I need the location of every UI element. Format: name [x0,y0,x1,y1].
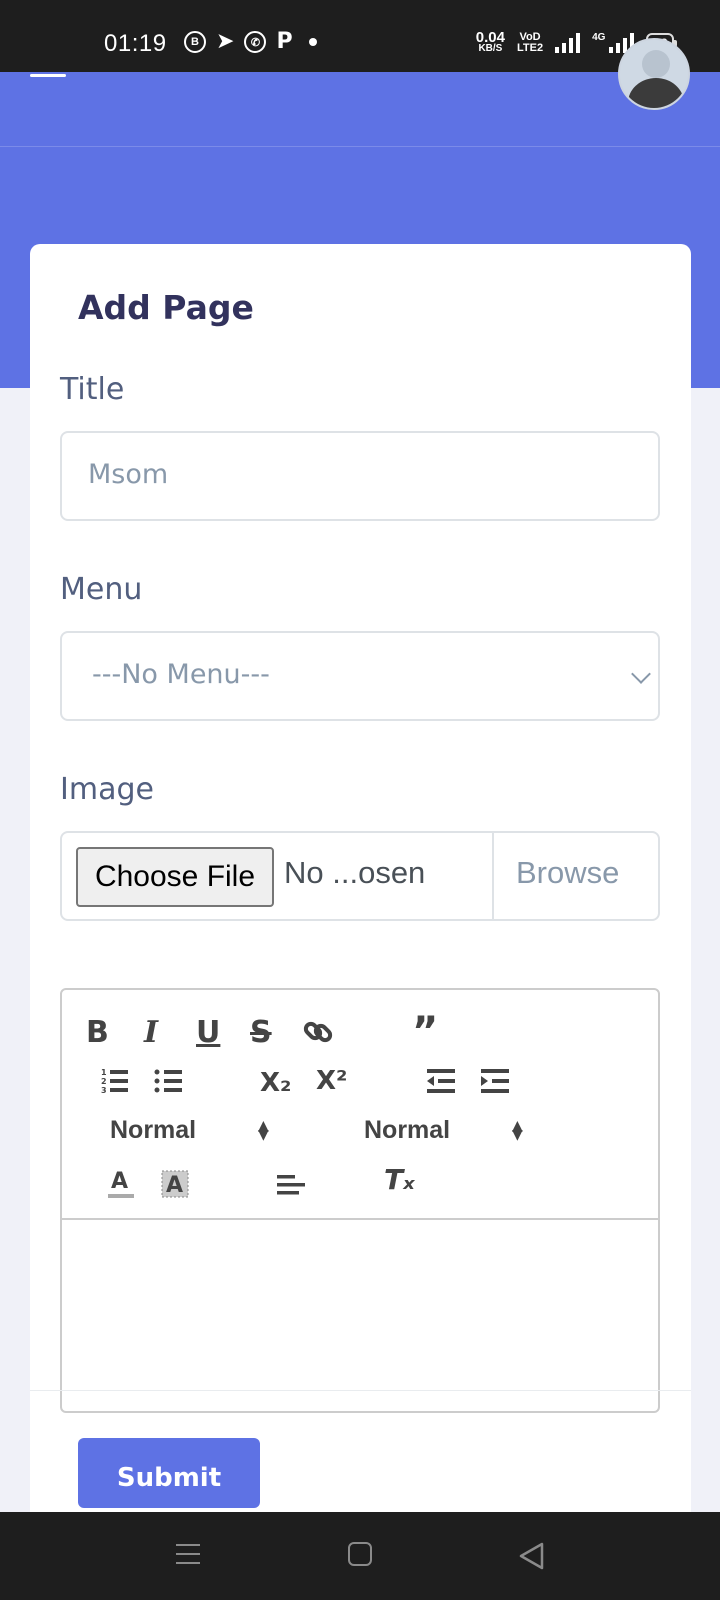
p-app-icon: P [276,29,293,54]
title-input[interactable]: Msom [60,431,660,521]
text-color-icon[interactable]: A [106,1168,136,1206]
menu-select-value: ---No Menu--- [92,659,270,690]
system-nav-bar [0,1512,720,1600]
avatar[interactable] [618,38,690,110]
browse-button[interactable]: Browse [516,855,619,891]
net-speed: 0.04 KB/S [475,29,505,54]
svg-text:A: A [166,1173,183,1198]
bullet-list-icon[interactable] [154,1066,184,1102]
topnav-divider [0,146,720,147]
menu-label: Menu [60,572,143,607]
whatsapp-icon: ✆ [244,31,267,53]
outdent-icon[interactable] [426,1066,456,1102]
blockquote-button[interactable]: ” [412,1012,438,1052]
file-status: No ...osen [284,855,426,890]
underline-button[interactable]: U [196,1018,220,1048]
telegram-icon: ➤ [216,29,235,54]
svg-text:1: 1 [101,1068,107,1077]
title-label: Title [60,372,125,407]
clear-format-button[interactable]: Tₓ [384,1166,415,1194]
subscript-button[interactable]: X₂ [260,1070,291,1096]
status-time: 01:19 [104,30,167,57]
submit-button[interactable]: Submit [78,1438,260,1508]
page-title: Add Page [78,288,254,327]
svg-text:A: A [111,1169,128,1194]
strike-button[interactable]: S [250,1018,272,1048]
notification-dot-icon [308,38,317,46]
signal-icon [555,33,581,53]
svg-text:3: 3 [101,1086,107,1095]
choose-file-button[interactable]: Choose File [76,847,274,907]
indent-icon[interactable] [480,1066,510,1102]
b-app-icon: B [184,31,206,53]
bold-button[interactable]: B [86,1018,109,1048]
background-color-icon[interactable]: A [160,1168,190,1206]
italic-button[interactable]: I [144,1018,158,1048]
rich-text-editor: B I U S ” 123 X₂ X² Normal ▲ ▼ Normal ▲ ▼ … [60,988,660,1413]
size-select[interactable]: Normal [364,1116,450,1145]
title-input-value: Msom [88,459,169,490]
browse-divider [492,833,494,919]
add-page-card: Add Page Title Msom Menu ---No Menu--- I… [30,244,691,1600]
status-bar: 01:19 B ➤ ✆ P 0.04 KB/S VoD LTE2 4G 80 [0,0,720,72]
recent-apps-icon[interactable] [176,1544,200,1571]
header-select-arrows-icon: ▲ ▼ [258,1118,269,1143]
align-left-icon[interactable] [276,1170,306,1206]
volte-indicator: VoD LTE2 [517,31,544,54]
network-type: 4G [592,32,606,43]
link-icon[interactable] [302,1016,334,1054]
header-select[interactable]: Normal [110,1116,196,1145]
hamburger-menu-icon[interactable] [30,74,66,84]
ordered-list-icon[interactable]: 123 [100,1066,130,1102]
image-label: Image [60,772,154,807]
home-icon[interactable] [348,1542,372,1566]
editor-content-area[interactable] [62,1218,658,1409]
size-select-arrows-icon: ▲ ▼ [512,1118,523,1143]
back-icon[interactable] [518,1542,544,1570]
image-file-input[interactable]: Choose File No ...osen Browse [60,831,660,921]
svg-text:2: 2 [101,1077,107,1086]
superscript-button[interactable]: X² [316,1068,347,1094]
chevron-down-icon [631,664,651,684]
card-footer-divider [30,1390,691,1391]
menu-select[interactable]: ---No Menu--- [60,631,660,721]
